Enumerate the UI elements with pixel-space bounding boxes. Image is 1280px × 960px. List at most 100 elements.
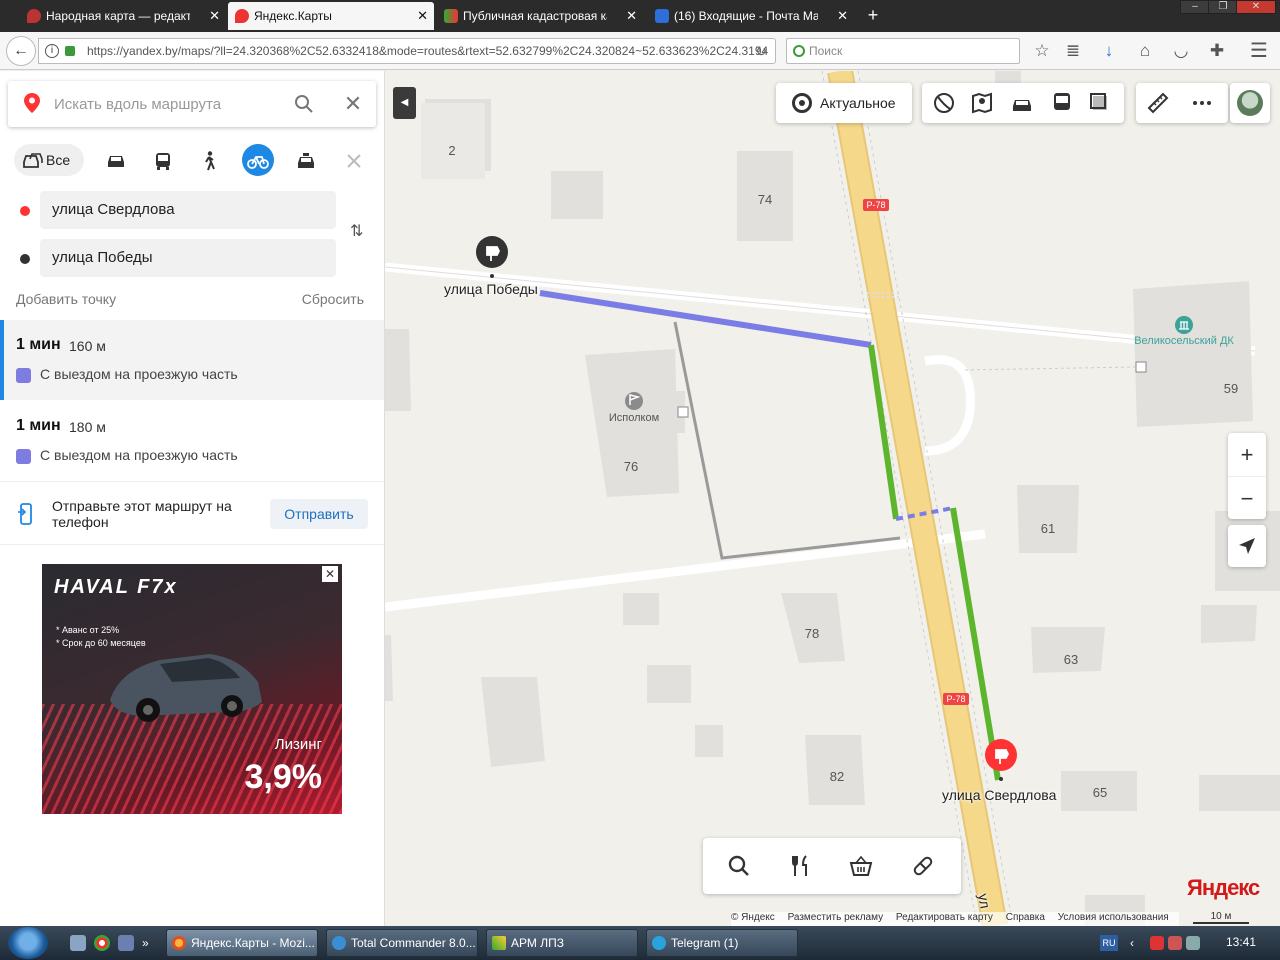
network-tray-icon[interactable] (1186, 936, 1200, 950)
menu-icon[interactable]: ☰ (1248, 40, 1270, 62)
yandex-logo[interactable]: Яндекс (1187, 875, 1260, 901)
close-icon[interactable]: ✕ (837, 2, 848, 30)
minimize-window-button[interactable]: – (1180, 0, 1210, 14)
alternative-route-line[interactable] (673, 321, 901, 560)
close-icon[interactable]: ✕ (322, 566, 338, 582)
car-icon (108, 156, 124, 168)
browser-tab-yandex-maps[interactable]: Яндекс.Карты ✕ (228, 2, 434, 30)
browser-tab-cadastral-map[interactable]: Публичная кадастровая ка... ✕ (437, 2, 643, 30)
actual-button[interactable]: Актуальное (776, 83, 912, 123)
poi-dk-label[interactable]: Великосельский ДК (1134, 335, 1234, 347)
download-icon[interactable]: ↓ (1098, 40, 1120, 62)
language-indicator[interactable]: RU (1100, 935, 1118, 951)
security-tray-icon[interactable] (1168, 936, 1182, 950)
info-icon[interactable]: i (45, 44, 59, 58)
marker-label-sverdlova[interactable]: улица Свердлова (942, 787, 1056, 803)
building (481, 677, 545, 767)
advertise-link[interactable]: Разместить рекламу (788, 912, 884, 923)
system-clock[interactable]: 13:41 (1226, 935, 1256, 949)
browser-search-input[interactable]: Поиск (786, 38, 1020, 64)
map-view[interactable]: 2 74 76 78 82 61 63 65 59 Исполком Велик… (385, 71, 1280, 926)
mode-bicycle-button[interactable] (242, 144, 274, 176)
overflow-chevron-icon[interactable]: » (142, 935, 158, 951)
browser-tab-bar: Народная карта — редакто... ✕ Яндекс.Кар… (0, 0, 1280, 32)
transit-icon[interactable] (1050, 91, 1074, 115)
search-icon[interactable] (727, 854, 751, 878)
building (1199, 775, 1280, 811)
close-icon[interactable]: ✕ (417, 2, 428, 30)
mode-bus-button[interactable] (147, 144, 179, 176)
maximize-window-button[interactable]: ❐ (1208, 0, 1238, 14)
chrome-icon[interactable] (94, 935, 110, 951)
tray-expand-icon[interactable]: ‹ (1130, 936, 1144, 950)
street-name-label: ул (975, 892, 994, 910)
mode-walk-button[interactable] (194, 144, 226, 176)
new-tab-button[interactable]: + (862, 4, 884, 26)
taskbar-item-telegram[interactable]: Telegram (1) (646, 929, 798, 957)
show-desktop-icon[interactable] (70, 935, 86, 951)
start-point-dot (20, 206, 30, 216)
tools-toolbar (1136, 83, 1228, 123)
send-button[interactable]: Отправить (270, 499, 368, 529)
mode-car-button[interactable] (100, 144, 132, 176)
help-link[interactable]: Справка (1006, 912, 1045, 923)
map-canvas[interactable]: 2 74 76 78 82 61 63 65 59 Исполком Велик… (385, 71, 1280, 926)
browser-tab-mail[interactable]: (16) Входящие - Почта Mail.ru ✕ (648, 2, 854, 30)
map-layers-icon[interactable] (970, 91, 994, 115)
back-button[interactable]: ← (6, 36, 36, 66)
restaurant-icon[interactable] (789, 854, 813, 878)
save-icon[interactable] (118, 935, 134, 951)
government-flag-icon[interactable] (625, 392, 643, 410)
collapse-panel-button[interactable]: ◀ (393, 87, 416, 119)
tab-label: Публичная кадастровая ка... (463, 9, 607, 23)
bookmark-star-icon[interactable]: ☆ (1031, 40, 1053, 62)
antivirus-tray-icon[interactable] (1150, 936, 1164, 950)
mode-scooter-button[interactable] (338, 144, 370, 176)
loop-road (924, 355, 975, 456)
route-from-field[interactable]: улица Свердлова (40, 191, 336, 229)
poi-ispolkom-label[interactable]: Исполком (609, 412, 659, 424)
panorama-icon[interactable] (932, 91, 956, 115)
route-option-1[interactable]: 1 мин 160 м С выездом на проезжую часть (0, 320, 384, 400)
taskbar-item-arm-lpz[interactable]: АРМ ЛПЗ (486, 929, 638, 957)
extensions-icon[interactable]: ✚ (1206, 40, 1228, 62)
bookmarks-list-icon[interactable]: ≣ (1062, 40, 1084, 62)
edit-map-link[interactable]: Редактировать карту (896, 912, 993, 923)
pharmacy-icon[interactable] (911, 854, 935, 878)
zoom-in-button[interactable]: + (1228, 433, 1266, 476)
close-icon[interactable]: ✕ (626, 2, 637, 30)
send-route-text: Отправьте этот маршрут на телефон (52, 498, 232, 530)
advertisement-banner[interactable]: HAVAL F7x * Аванс от 25% * Срок до 60 ме… (42, 564, 342, 814)
route-search-input[interactable] (54, 91, 284, 117)
traffic-icon[interactable] (1010, 91, 1034, 115)
taskbar-item-firefox[interactable]: Яндекс.Карты - Mozi... (166, 929, 318, 957)
shopping-basket-icon[interactable] (849, 854, 873, 878)
url-bar[interactable]: i https://yandex.by/maps/?ll=24.320368%2… (38, 38, 776, 64)
more-icon[interactable] (1190, 91, 1214, 115)
taskbar-item-total-commander[interactable]: Total Commander 8.0... (326, 929, 478, 957)
close-icon[interactable]: ✕ (209, 2, 220, 30)
browser-tab-narodnaya-karta[interactable]: Народная карта — редакто... ✕ (20, 2, 226, 30)
route-option-2[interactable]: 1 мин 180 м С выездом на проезжую часть (0, 401, 384, 481)
search-icon[interactable] (294, 94, 314, 114)
add-point-link[interactable]: Добавить точку (16, 291, 116, 307)
mode-all-button[interactable]: Все (14, 144, 84, 176)
zoom-out-button[interactable]: − (1228, 476, 1266, 519)
locate-me-button[interactable] (1228, 525, 1266, 567)
reset-link[interactable]: Сбросить (302, 291, 364, 307)
mode-taxi-button[interactable] (290, 144, 322, 176)
reload-icon[interactable]: ↻ (755, 39, 767, 63)
all-modes-icon (23, 153, 43, 168)
satellite-icon[interactable] (1088, 91, 1112, 115)
user-avatar-button[interactable] (1230, 83, 1270, 123)
close-window-button[interactable]: ✕ (1236, 0, 1276, 14)
marker-label-pobedy[interactable]: улица Победы (444, 281, 538, 297)
ruler-icon[interactable] (1146, 91, 1170, 115)
close-icon[interactable]: ✕ (342, 91, 364, 117)
home-icon[interactable]: ⌂ (1134, 40, 1156, 62)
start-button[interactable] (8, 927, 48, 959)
swap-points-icon[interactable]: ⇅ (350, 221, 370, 243)
pocket-icon[interactable]: ◡ (1170, 40, 1192, 62)
route-to-field[interactable]: улица Победы (40, 239, 336, 277)
terms-link[interactable]: Условия использования (1058, 912, 1169, 923)
